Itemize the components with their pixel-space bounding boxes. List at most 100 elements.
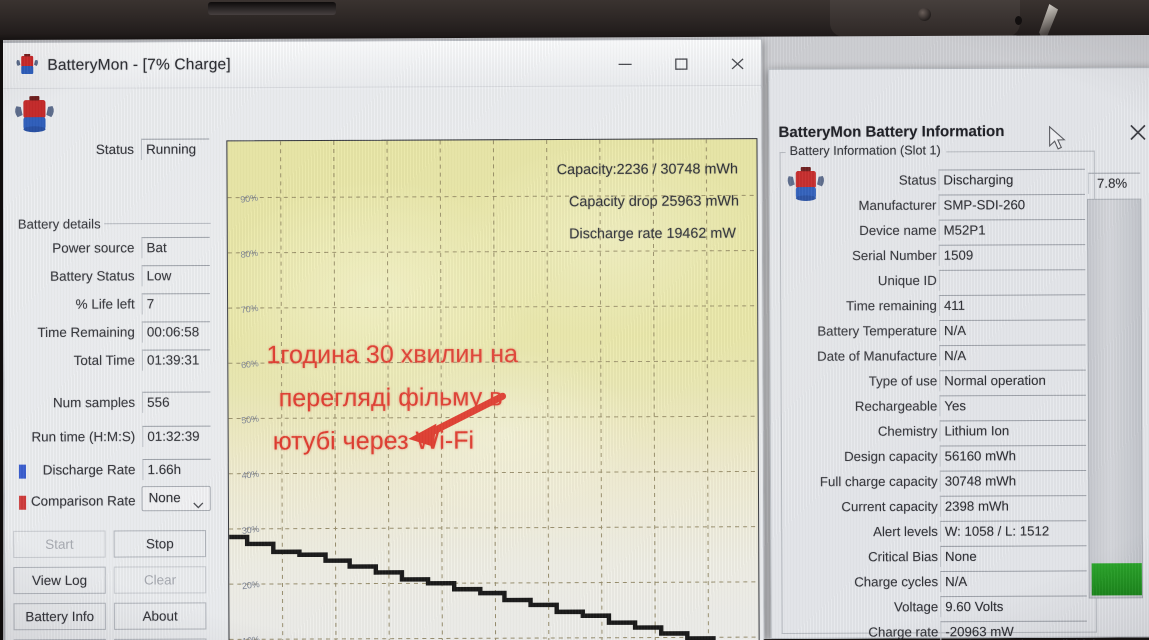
status-label: Status: [95, 141, 135, 158]
info-value-box: Discharging: [938, 168, 1085, 191]
info-value: 30748 mWh: [944, 473, 1017, 489]
battery-muscle-icon: [15, 53, 39, 77]
about-button[interactable]: About: [113, 602, 207, 630]
minimize-icon[interactable]: [602, 50, 648, 78]
status-value-box: Running: [140, 138, 210, 160]
info-label: Full charge capacity: [819, 473, 938, 490]
info-label: Design capacity: [844, 448, 938, 465]
info-value: 2398 mWh: [944, 498, 1009, 514]
info-value-box: 56160 mWh: [939, 444, 1087, 467]
info-value-box: Normal operation: [939, 369, 1086, 392]
webcam-icon: [918, 8, 931, 21]
annotation-arrow-icon: [408, 392, 507, 447]
battery-gauge-percent: 7.8%: [1096, 175, 1128, 191]
field-row-status: Status: [3, 139, 134, 163]
info-label: Current capacity: [841, 498, 938, 515]
info-row-current-capacity: Current capacity 2398 mWh: [771, 495, 1102, 521]
total-time-box: 01:39:31: [141, 349, 211, 371]
info-value-box: Yes: [939, 394, 1086, 417]
info-row-full-charge-capacity: Full charge capacity 30748 mWh: [771, 469, 1102, 496]
info-row-rechargeable: Rechargeable Yes: [771, 394, 1102, 421]
info-value-box: N/A: [938, 319, 1086, 342]
chart-plot-area[interactable]: 90% 80% 70% 60% 50% 40% 30% 20% 10% 18:1…: [226, 138, 760, 640]
info-row-charge-cycles: Charge cycles N/A: [771, 570, 1102, 596]
life-left-value: 7: [146, 296, 155, 312]
screen-left-edge: [0, 40, 3, 640]
info-value: None: [944, 548, 977, 564]
comparison-rate-select[interactable]: None: [141, 485, 211, 514]
field-row-comparison-rate: Comparison Rate: [5, 490, 136, 514]
info-value: N/A: [944, 348, 967, 364]
comparison-rate-color-swatch: [19, 495, 27, 510]
info-row-date-of-manufacture: Date of Manufacture N/A: [770, 344, 1101, 370]
battery-gauge-tube: [1087, 198, 1143, 599]
discharge-rate-color-swatch: [18, 464, 27, 479]
info-label: Manufacturer: [858, 197, 937, 213]
info-value-box: 9.60 Volts: [940, 595, 1087, 618]
field-row-life-left: % Life left: [4, 293, 135, 317]
info-value-box: 1509: [938, 244, 1086, 266]
start-button[interactable]: Start: [13, 530, 106, 559]
info-label: Date of Manufacture: [817, 348, 938, 364]
maximize-icon[interactable]: [659, 50, 705, 78]
info-label: Unique ID: [877, 272, 937, 289]
chart-note-discharge-rate: Discharge rate 19462 mW: [569, 225, 736, 243]
field-row-power-source: Power source: [4, 237, 135, 261]
info-row-unique-id: Unique ID: [770, 269, 1101, 295]
main-sidebar: Status Running Battery details Power sou…: [3, 88, 219, 640]
info-label: Time remaining: [846, 297, 937, 314]
chevron-down-icon: [193, 496, 204, 514]
clear-button[interactable]: Clear: [113, 566, 207, 594]
info-value: N/A: [945, 573, 968, 590]
info-row-critical-bias: Critical Bias None: [771, 545, 1102, 571]
info-value-box: M52P1: [938, 218, 1086, 241]
close-icon[interactable]: [715, 50, 761, 78]
time-remaining-label: Time Remaining: [37, 324, 135, 341]
info-value: 411: [943, 297, 966, 313]
info-value: 9.60 Volts: [945, 598, 1004, 615]
info-label: Device name: [859, 222, 937, 239]
chart-note-capacity-drop: Capacity drop 25963 mWh: [568, 193, 739, 211]
info-label: Chemistry: [877, 423, 938, 439]
num-samples-label: Num samples: [52, 394, 136, 411]
run-time-box: 01:32:39: [142, 425, 211, 448]
view-log-button[interactable]: View Log: [13, 566, 106, 595]
total-time-value: 01:39:31: [146, 352, 200, 368]
power-source-label: Power source: [52, 240, 135, 256]
battery-information-group-caption: Battery Information (Slot 1): [785, 143, 945, 159]
info-close-icon[interactable]: [1126, 120, 1149, 144]
laptop-screen-photo: BatteryMon - [7% Charge] Status Running …: [0, 0, 1149, 640]
bezel-vent: [208, 2, 336, 15]
battery-info-button[interactable]: Battery Info: [13, 602, 106, 631]
power-source-box: Bat: [141, 236, 210, 259]
battery-gauge-fill: [1091, 563, 1142, 596]
main-titlebar[interactable]: BatteryMon - [7% Charge]: [3, 39, 762, 90]
info-row-chemistry: Chemistry Lithium Ion: [771, 419, 1102, 446]
info-value-box: N/A: [940, 570, 1087, 593]
discharge-rate-box: 1.66h: [142, 458, 211, 481]
chart-note-capacity: Capacity:2236 / 30748 mWh: [556, 161, 738, 179]
info-label: Type of use: [868, 373, 938, 389]
discharge-rate-label: Discharge Rate: [42, 462, 136, 478]
run-time-label: Run time (H:M:S): [31, 428, 136, 445]
comparison-rate-value: None: [148, 490, 181, 506]
info-value: Lithium Ion: [944, 423, 1010, 439]
info-row-type-of-use: Type of use Normal operation: [771, 369, 1102, 396]
info-value: W: 1058 / L: 1512: [944, 523, 1050, 539]
field-row-battery-status: Battery Status: [4, 265, 135, 289]
info-value-box: [938, 269, 1086, 291]
info-label: Serial Number: [852, 247, 937, 264]
field-row-discharge-rate: Discharge Rate: [5, 459, 136, 483]
discharge-chart[interactable]: 90% 80% 70% 60% 50% 40% 30% 20% 10% 18:1…: [216, 87, 764, 640]
info-label: Status: [898, 172, 937, 188]
info-label: Rechargeable: [854, 398, 938, 414]
info-label: Charge cycles: [854, 574, 939, 590]
info-value: 56160 mWh: [944, 448, 1017, 464]
stop-button[interactable]: Stop: [113, 530, 207, 558]
field-row-time-remaining: Time Remaining: [4, 322, 135, 346]
num-samples-value: 556: [147, 394, 170, 410]
info-value-box: SMP-SDI-260: [938, 193, 1086, 216]
comparison-rate-label: Comparison Rate: [30, 493, 136, 509]
info-row-time-remaining: Time remaining 411: [770, 294, 1101, 320]
info-row-design-capacity: Design capacity 56160 mWh: [771, 444, 1102, 471]
